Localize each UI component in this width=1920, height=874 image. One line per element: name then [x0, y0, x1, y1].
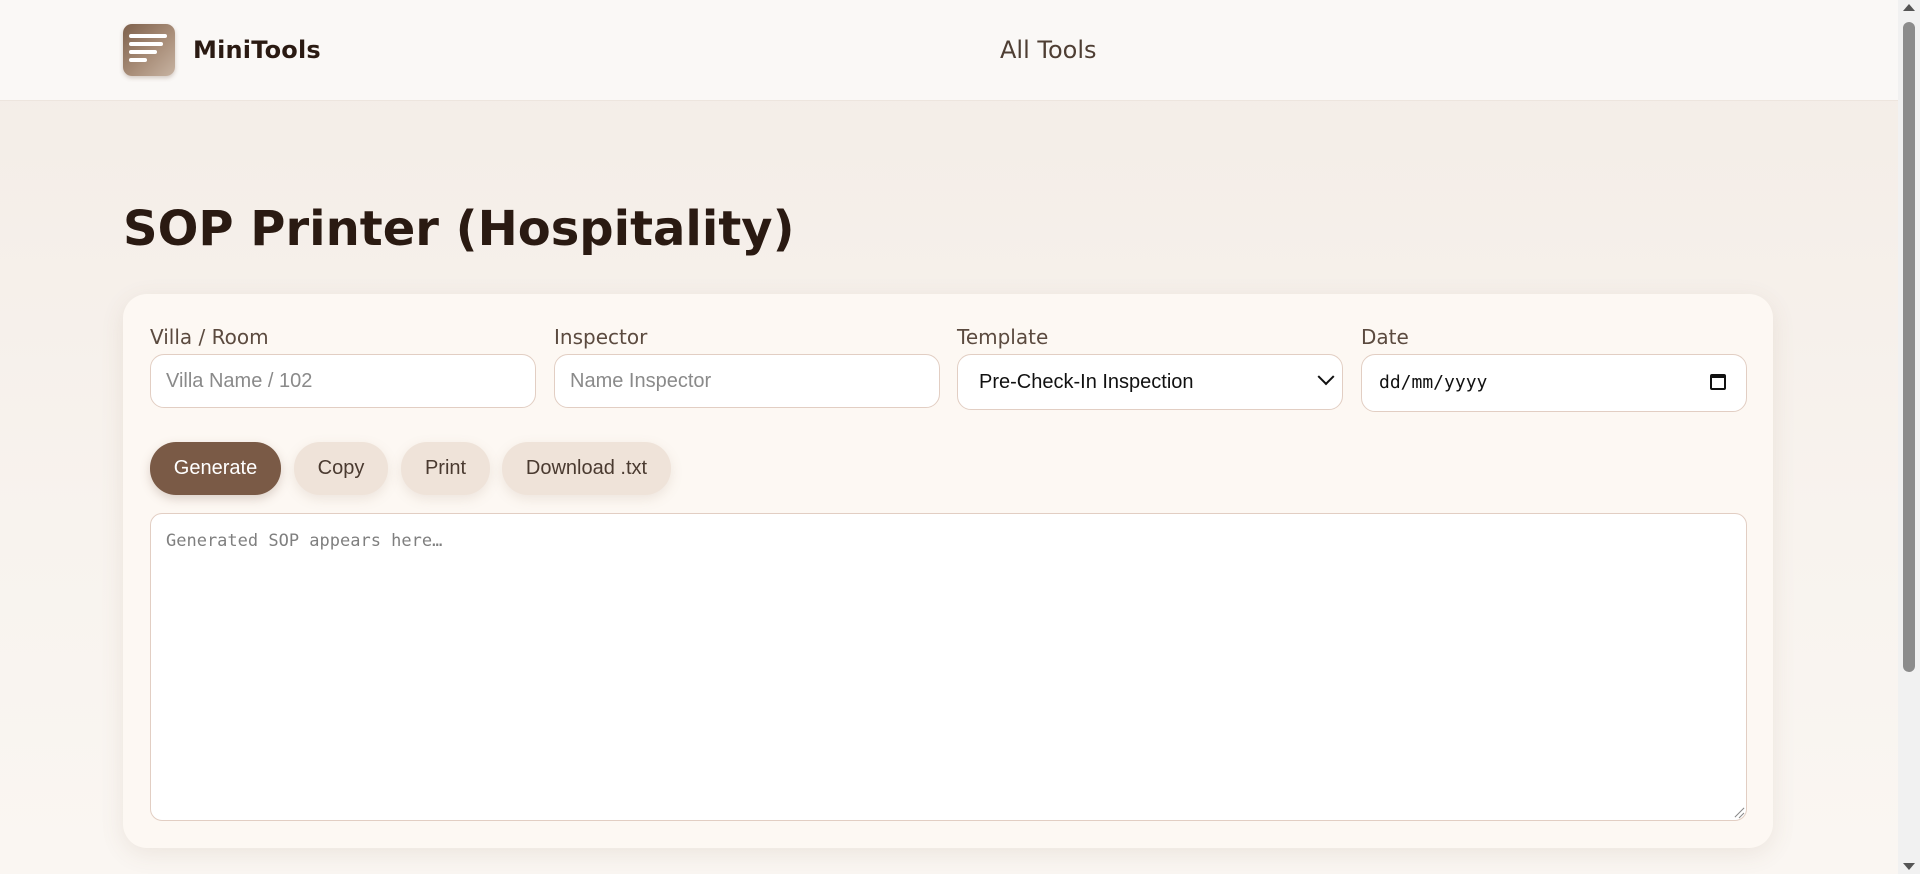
- page-scrollbar[interactable]: [1898, 0, 1920, 874]
- villa-room-label: Villa / Room: [150, 325, 269, 349]
- date-value: dd/mm/yyyy: [1379, 372, 1488, 393]
- all-tools-link[interactable]: All Tools: [1000, 36, 1097, 64]
- brand-name[interactable]: MiniTools: [193, 36, 321, 64]
- page-title: SOP Printer (Hospitality): [123, 201, 795, 257]
- copy-button[interactable]: Copy: [294, 442, 388, 495]
- print-button[interactable]: Print: [401, 442, 490, 495]
- scrollbar-thumb[interactable]: [1903, 22, 1915, 672]
- date-label: Date: [1361, 325, 1409, 349]
- chevron-down-icon: [1317, 368, 1335, 386]
- scroll-up-arrow-icon[interactable]: [1903, 4, 1915, 11]
- resize-handle-icon[interactable]: [1732, 806, 1744, 818]
- inspector-input[interactable]: [554, 354, 940, 408]
- generate-button[interactable]: Generate: [150, 442, 281, 495]
- sop-output-textarea[interactable]: [150, 513, 1747, 821]
- calendar-icon[interactable]: [1710, 374, 1726, 390]
- inspector-label: Inspector: [554, 325, 648, 349]
- top-header: MiniTools All Tools: [0, 0, 1898, 101]
- template-select[interactable]: Pre-Check-In Inspection: [957, 354, 1343, 410]
- lines-icon[interactable]: [123, 24, 175, 76]
- date-input[interactable]: dd/mm/yyyy: [1361, 354, 1747, 412]
- template-label: Template: [957, 325, 1049, 349]
- villa-room-input[interactable]: [150, 354, 536, 408]
- download-txt-button[interactable]: Download .txt: [502, 442, 671, 495]
- template-selected-value: Pre-Check-In Inspection: [979, 371, 1194, 393]
- scroll-down-arrow-icon[interactable]: [1903, 863, 1915, 870]
